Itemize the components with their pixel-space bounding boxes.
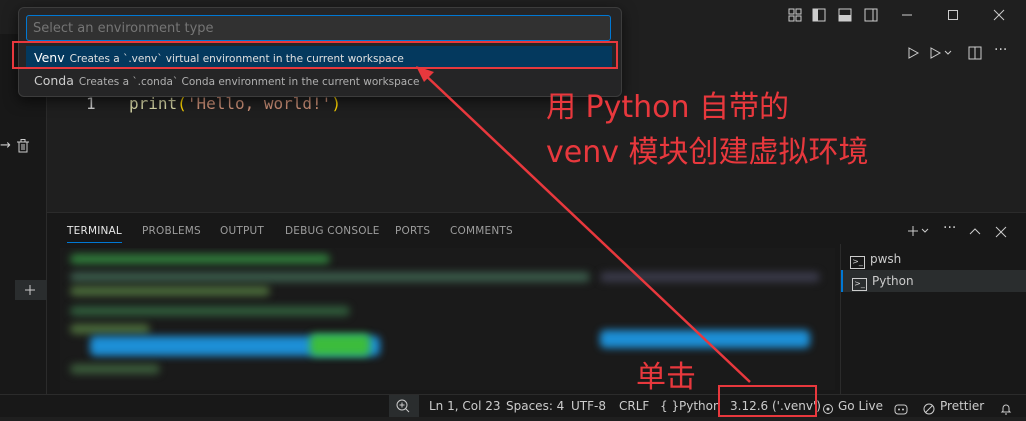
annotation-arrow xyxy=(416,66,751,383)
